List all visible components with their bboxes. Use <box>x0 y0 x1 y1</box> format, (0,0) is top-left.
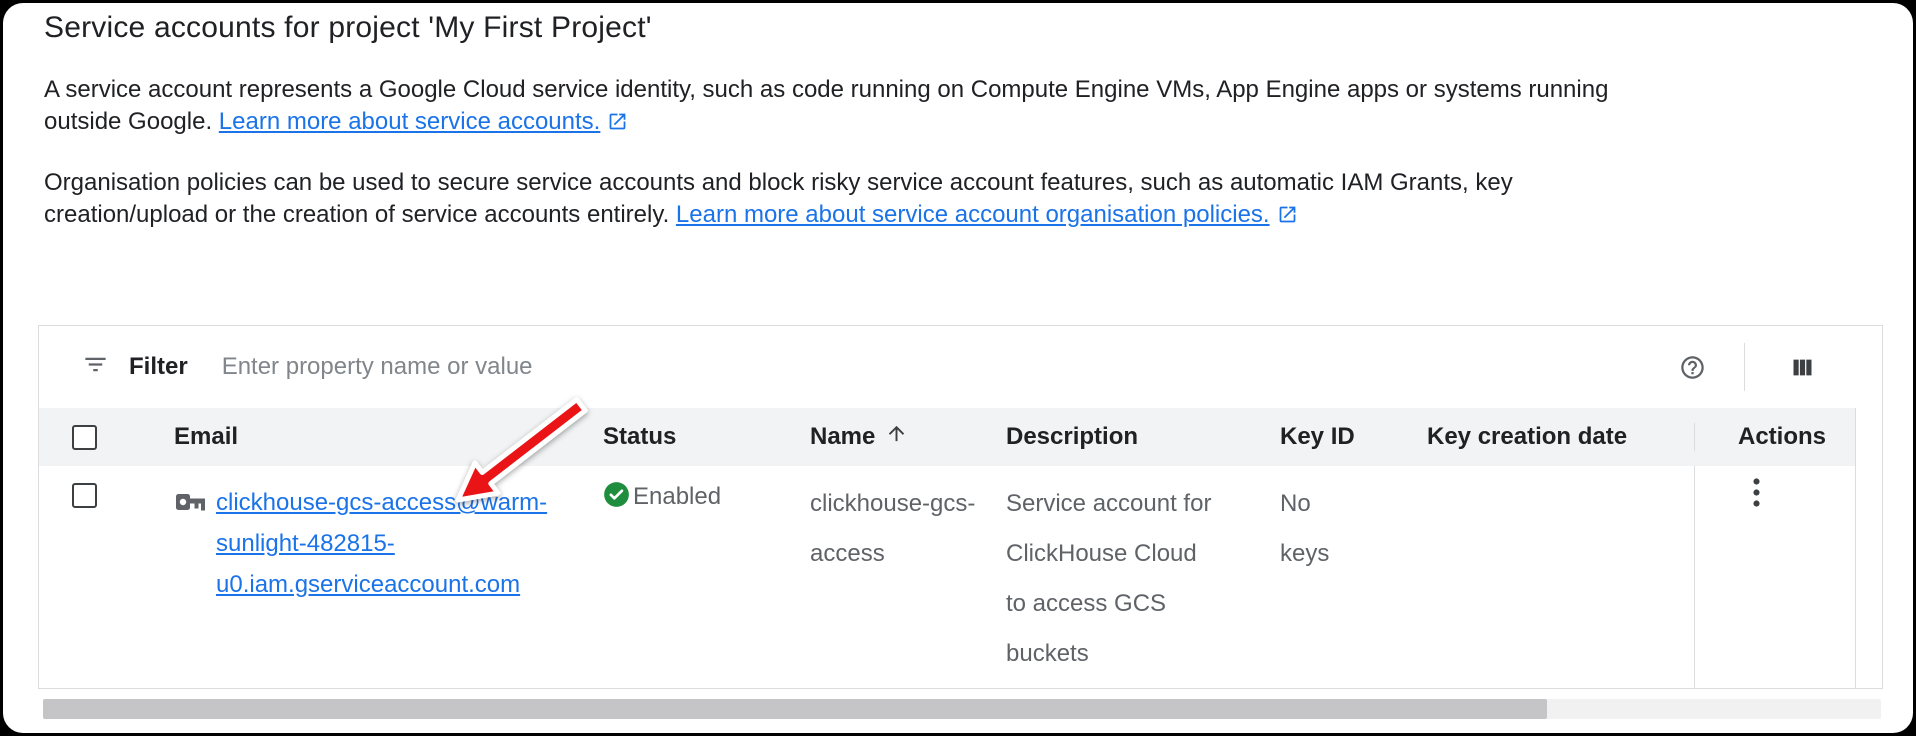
row-cell-status: Enabled <box>599 466 804 688</box>
row-cell-key-id: No keys <box>1274 466 1419 688</box>
link-label: Learn more about service account organis… <box>676 201 1270 228</box>
toolbar-divider <box>1744 343 1745 391</box>
status-enabled-icon <box>603 481 630 515</box>
row-cell-description: Service account for ClickHouse Cloud to … <box>999 466 1274 688</box>
filter-list-icon <box>82 351 109 383</box>
select-all-checkbox[interactable] <box>72 425 97 450</box>
help-button[interactable] <box>1679 354 1706 381</box>
open-in-new-icon <box>1277 202 1298 234</box>
row-cell-select <box>39 466 159 688</box>
service-accounts-table: Filter Email Status Name Description Key… <box>38 325 1883 689</box>
row-cell-email: clickhouse-gcs-access@warm-sunlight-4828… <box>159 466 599 688</box>
header-cell-email[interactable]: Email <box>159 423 599 451</box>
service-accounts-page: Service accounts for project 'My First P… <box>3 3 1913 733</box>
intro-2-line-1: Organisation policies can be used to sec… <box>44 169 1513 196</box>
column-display-button[interactable] <box>1789 354 1816 381</box>
open-in-new-icon <box>607 109 628 141</box>
key-id-value: No keys <box>1280 479 1350 579</box>
header-cell-name[interactable]: Name <box>804 422 999 452</box>
learn-more-org-policies-link[interactable]: Learn more about service account organis… <box>676 201 1298 228</box>
row-actions-menu-button[interactable] <box>1743 476 1770 509</box>
service-account-name: clickhouse-gcs-access <box>810 479 980 579</box>
table-rows-area: Email Status Name Description Key ID Key… <box>39 408 1856 688</box>
row-cell-key-creation-date <box>1419 466 1694 688</box>
sort-ascending-icon <box>885 422 908 452</box>
header-cell-key-id[interactable]: Key ID <box>1274 423 1419 451</box>
header-cell-key-creation-date[interactable]: Key creation date <box>1419 423 1694 451</box>
service-account-description: Service account for ClickHouse Cloud to … <box>1006 479 1221 679</box>
screenshot-frame: Service accounts for project 'My First P… <box>0 0 1916 736</box>
page-title: Service accounts for project 'My First P… <box>44 11 652 45</box>
header-cell-select <box>39 425 159 450</box>
horizontal-scrollbar-track[interactable] <box>43 699 1881 719</box>
learn-more-service-accounts-link[interactable]: Learn more about service accounts. <box>219 108 629 135</box>
header-cell-description[interactable]: Description <box>999 423 1274 451</box>
filter-input[interactable] <box>220 352 1679 382</box>
header-cell-status[interactable]: Status <box>599 423 804 451</box>
intro-1-line-2: outside Google. <box>44 108 212 135</box>
link-label: Learn more about service accounts. <box>219 108 601 135</box>
status-badge: Enabled <box>633 481 721 512</box>
header-label: Name <box>810 423 875 451</box>
filter-label: Filter <box>129 353 188 381</box>
service-account-key-icon <box>176 491 206 521</box>
row-cell-name: clickhouse-gcs-access <box>804 466 999 688</box>
service-account-email-link[interactable]: clickhouse-gcs-access@warm-sunlight-4828… <box>216 482 548 605</box>
row-cell-actions <box>1694 466 1856 688</box>
intro-paragraph-1: A service account represents a Google Cl… <box>44 74 1880 141</box>
intro-1-line-1: A service account represents a Google Cl… <box>44 76 1608 103</box>
horizontal-scrollbar-thumb[interactable] <box>43 699 1547 719</box>
intro-paragraph-2: Organisation policies can be used to sec… <box>44 167 1880 234</box>
filter-toolbar: Filter <box>39 326 1882 408</box>
header-cell-actions: Actions <box>1694 423 1856 451</box>
row-checkbox[interactable] <box>72 483 97 508</box>
table-row: clickhouse-gcs-access@warm-sunlight-4828… <box>39 466 1855 688</box>
intro-2-line-2: creation/upload or the creation of servi… <box>44 201 669 228</box>
table-header-row: Email Status Name Description Key ID Key… <box>39 408 1855 466</box>
